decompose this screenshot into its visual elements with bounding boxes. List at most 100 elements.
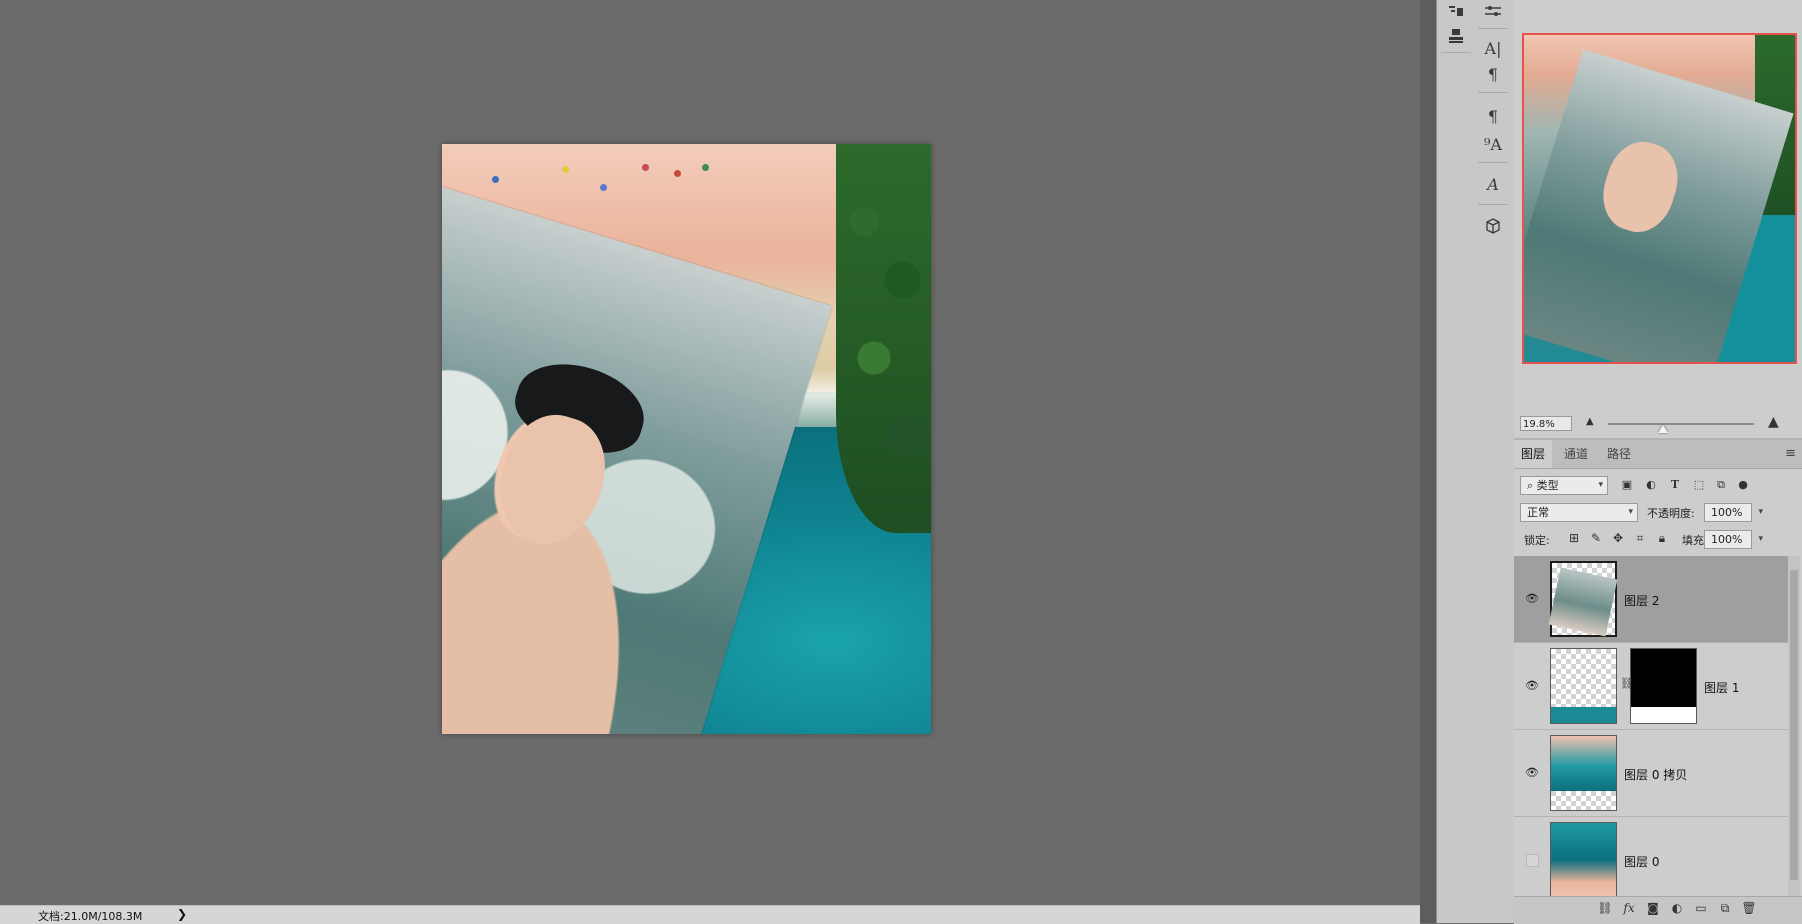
paragraph-icon[interactable]: ¶ — [1480, 62, 1506, 86]
beach-umbrella — [562, 166, 569, 173]
tool-separator — [1478, 92, 1508, 93]
status-menu-arrow[interactable]: ❯ — [177, 907, 187, 921]
layer-name[interactable]: 图层 0 拷贝 — [1624, 766, 1687, 783]
adjustment-layer-icon[interactable]: ◐ — [1668, 901, 1686, 919]
zoom-out-icon[interactable]: ▲ — [1586, 416, 1594, 427]
new-layer-icon[interactable]: ⧉ — [1716, 901, 1734, 919]
tab-paths[interactable]: 路径 — [1600, 440, 1638, 468]
tool-separator — [1478, 28, 1508, 29]
beach-umbrella — [492, 176, 499, 183]
layer-row[interactable]: 👁︎ 图层 2 — [1514, 556, 1788, 643]
tree-line — [836, 144, 931, 534]
lock-all-icon[interactable]: 🔒︎ — [1654, 531, 1670, 547]
tool-separator — [1478, 204, 1508, 205]
adjustments-icon[interactable] — [1480, 0, 1506, 24]
collapsed-panels-strip-2: A| ¶ ¶ ⁹A A — [1474, 0, 1515, 923]
mask-white-area — [1631, 707, 1696, 723]
search-icon: ⌕ — [1527, 479, 1537, 492]
3d-cube-icon[interactable] — [1480, 214, 1506, 238]
visibility-off-toggle[interactable] — [1526, 854, 1539, 867]
filter-toggle-icon[interactable]: ● — [1736, 478, 1750, 492]
character-icon[interactable]: A| — [1480, 36, 1506, 60]
layer-thumbnail-image — [1551, 707, 1616, 723]
beach-umbrella — [674, 170, 681, 177]
layer-thumbnail — [1550, 822, 1617, 896]
document-size-info: 文档:21.0M/108.3M — [38, 910, 143, 923]
panel-menu-icon[interactable]: ≡ — [1785, 446, 1796, 461]
filter-type-icon[interactable]: T — [1668, 478, 1682, 492]
navigator-zoom-row: 19.8% ▲ ▲ — [1518, 414, 1798, 435]
right-panels: 19.8% ▲ ▲ 图层 通道 路径 ≡ ⌕ 类型 ▾ ▣ ◐ T ⬚ ⧉ ● … — [1514, 0, 1802, 924]
eye-icon[interactable]: 👁︎ — [1525, 679, 1539, 693]
beach-umbrella — [702, 164, 709, 171]
beach-umbrella — [600, 184, 607, 191]
layers-scrollbar-thumb[interactable] — [1790, 570, 1798, 880]
stamp-icon[interactable] — [1443, 24, 1469, 48]
filter-pixel-icon[interactable]: ▣ — [1620, 478, 1634, 492]
layer-row[interactable]: 图层 0 — [1514, 817, 1788, 896]
layers-footer: ⛓ fx ◙ ◐ ▭ ⧉ 🗑︎ — [1514, 896, 1802, 924]
document-image[interactable] — [442, 144, 931, 734]
tool-separator — [1478, 162, 1508, 163]
fx-icon[interactable]: fx — [1620, 901, 1638, 919]
canvas-area[interactable] — [0, 0, 1420, 905]
filter-adjustment-icon[interactable]: ◐ — [1644, 478, 1658, 492]
glyphs-icon[interactable]: A — [1480, 172, 1506, 196]
zoom-slider[interactable] — [1608, 423, 1754, 425]
character-style-icon[interactable]: ⁹A — [1480, 132, 1506, 156]
paragraph-styles-icon[interactable] — [1443, 0, 1469, 24]
layer-thumbnail-image — [1551, 823, 1616, 896]
layers-panel-tabs: 图层 通道 路径 ≡ — [1514, 440, 1802, 469]
layer-row[interactable]: 👁︎ 图层 0 拷贝 — [1514, 730, 1788, 817]
filter-smart-object-icon[interactable]: ⧉ — [1714, 478, 1728, 492]
layer-row[interactable]: 👁︎ ⛓ 图层 1 — [1514, 643, 1788, 730]
layer-name[interactable]: 图层 0 — [1624, 853, 1659, 870]
chevron-down-icon: ▾ — [1758, 534, 1763, 544]
lock-image-icon[interactable]: ✎ — [1588, 531, 1604, 547]
lock-row: 锁定: ⊞ ✎ ✥ ⌗ 🔒︎ 填充: 100% ▾ — [1514, 528, 1802, 552]
layer-thumbnail-image — [1551, 736, 1616, 791]
tab-channels[interactable]: 通道 — [1557, 440, 1595, 468]
trash-icon[interactable]: 🗑︎ — [1740, 901, 1758, 919]
layer-name[interactable]: 图层 2 — [1624, 592, 1659, 609]
chevron-down-icon: ▾ — [1758, 507, 1763, 517]
blend-mode-label: 正常 — [1527, 506, 1549, 519]
filter-kind-dropdown[interactable]: ⌕ 类型 ▾ — [1520, 476, 1608, 495]
layer-thumbnail — [1550, 735, 1617, 811]
add-mask-icon[interactable]: ◙ — [1644, 901, 1662, 919]
lock-label: 锁定: — [1524, 534, 1550, 547]
paragraph-style-icon[interactable]: ¶ — [1480, 104, 1506, 128]
chevron-down-icon: ▾ — [1628, 507, 1633, 517]
layers-list: 👁︎ 图层 2 👁︎ ⛓ 图层 1 👁︎ 图层 0 拷贝 图层 0 — [1514, 556, 1788, 896]
blend-mode-dropdown[interactable]: 正常 ▾ — [1520, 503, 1638, 522]
eye-icon[interactable]: 👁︎ — [1525, 766, 1539, 780]
tool-separator — [1441, 52, 1471, 53]
eye-icon[interactable]: 👁︎ — [1525, 592, 1539, 606]
navigator-preview[interactable] — [1522, 33, 1797, 364]
fill-value: 100% — [1711, 533, 1743, 546]
layer-name[interactable]: 图层 1 — [1704, 679, 1739, 696]
layer-thumbnail — [1550, 648, 1617, 724]
zoom-level-field[interactable]: 19.8% — [1520, 416, 1572, 431]
fill-field[interactable]: 100% ▾ — [1704, 530, 1763, 549]
layers-scrollbar[interactable] — [1788, 556, 1800, 896]
new-group-icon[interactable]: ▭ — [1692, 901, 1710, 919]
filter-kind-label: 类型 — [1536, 479, 1559, 492]
layer-thumbnail-image — [1548, 567, 1618, 637]
filter-shape-icon[interactable]: ⬚ — [1692, 478, 1706, 492]
lock-position-icon[interactable]: ✥ — [1610, 531, 1626, 547]
blend-row: 正常 ▾ 不透明度: 100% ▾ — [1514, 501, 1802, 525]
lock-transparent-icon[interactable]: ⊞ — [1566, 531, 1582, 547]
tab-layers[interactable]: 图层 — [1514, 440, 1553, 468]
navigator-face — [1593, 133, 1688, 241]
beach-umbrella — [642, 164, 649, 171]
chevron-down-icon: ▾ — [1598, 480, 1603, 490]
link-layers-icon[interactable]: ⛓ — [1596, 901, 1614, 919]
lock-artboard-icon[interactable]: ⌗ — [1632, 531, 1648, 547]
layer-mask-thumbnail[interactable] — [1630, 648, 1697, 724]
opacity-field[interactable]: 100% ▾ — [1704, 503, 1763, 522]
zoom-in-icon[interactable]: ▲ — [1768, 414, 1779, 430]
zoom-slider-knob[interactable] — [1658, 425, 1668, 433]
panel-dock-gutter — [1420, 0, 1436, 923]
layer-thumbnail — [1548, 561, 1618, 637]
